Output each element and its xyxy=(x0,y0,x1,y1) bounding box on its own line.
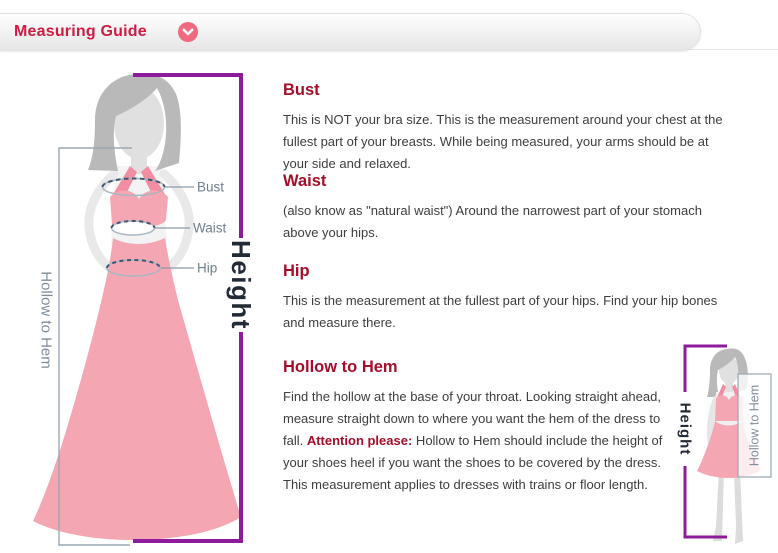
dress-skirt xyxy=(33,238,241,540)
height-label: Height xyxy=(226,240,256,330)
section-heading-hollow-to-hem: Hollow to Hem xyxy=(283,358,675,377)
section-body-hollow-to-hem: Find the hollow at the base of your thro… xyxy=(283,386,675,496)
small-figure-right-leg xyxy=(734,470,743,544)
small-figure-illustration: Height Hollow to Hem xyxy=(652,335,778,553)
section-heading-hip: Hip xyxy=(283,262,735,281)
measuring-guide-header[interactable]: Measuring Guide xyxy=(0,13,701,51)
small-height-label: Height xyxy=(677,403,694,456)
section-body-hip: This is the measurement at the fullest p… xyxy=(283,290,735,334)
section-waist: Waist (also know as "natural waist") Aro… xyxy=(283,172,735,244)
waist-measure-line xyxy=(112,221,155,235)
measuring-guide-page: Measuring Guide xyxy=(0,0,778,553)
section-hollow-to-hem: Hollow to Hem Find the hollow at the bas… xyxy=(283,358,675,496)
hollow-to-hem-label: Hollow to Hem xyxy=(38,271,55,369)
hip-label: Hip xyxy=(197,261,217,276)
waist-label: Waist xyxy=(193,221,226,236)
chevron-down-icon[interactable] xyxy=(178,22,198,42)
attention-label: Attention please: xyxy=(307,433,412,448)
main-figure-illustration: Bust Waist Hip Hollow to Hem Height xyxy=(18,58,270,553)
bust-label: Bust xyxy=(197,180,224,195)
section-heading-bust: Bust xyxy=(283,81,735,100)
small-figure-neck xyxy=(725,380,733,392)
section-body-waist: (also know as "natural waist") Around th… xyxy=(283,200,735,244)
small-hollow-to-hem-label: Hollow to Hem xyxy=(748,385,762,466)
section-heading-waist: Waist xyxy=(283,172,735,191)
small-figure-left-leg xyxy=(713,470,724,541)
section-hip: Hip This is the measurement at the fulle… xyxy=(283,262,735,334)
figure-left-arm xyxy=(89,174,114,270)
section-bust: Bust This is NOT your bra size. This is … xyxy=(283,81,735,175)
section-body-bust: This is NOT your bra size. This is the m… xyxy=(283,109,735,175)
page-title: Measuring Guide xyxy=(14,14,147,50)
